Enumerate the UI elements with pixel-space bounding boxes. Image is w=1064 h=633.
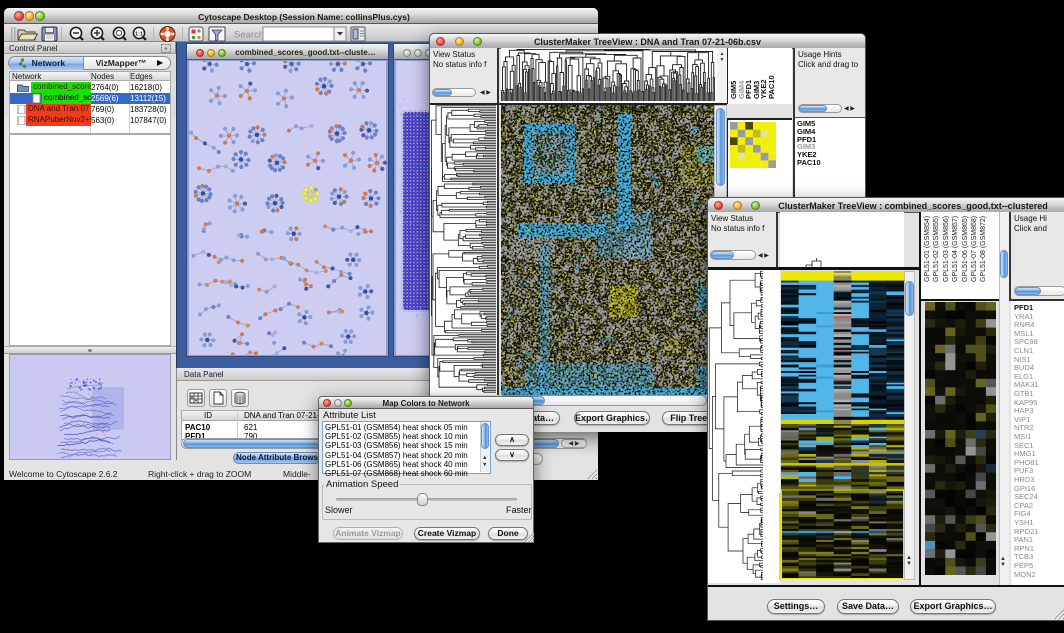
svg-text:Search:: Search: bbox=[234, 30, 267, 41]
svg-text:1:1: 1:1 bbox=[135, 32, 143, 38]
